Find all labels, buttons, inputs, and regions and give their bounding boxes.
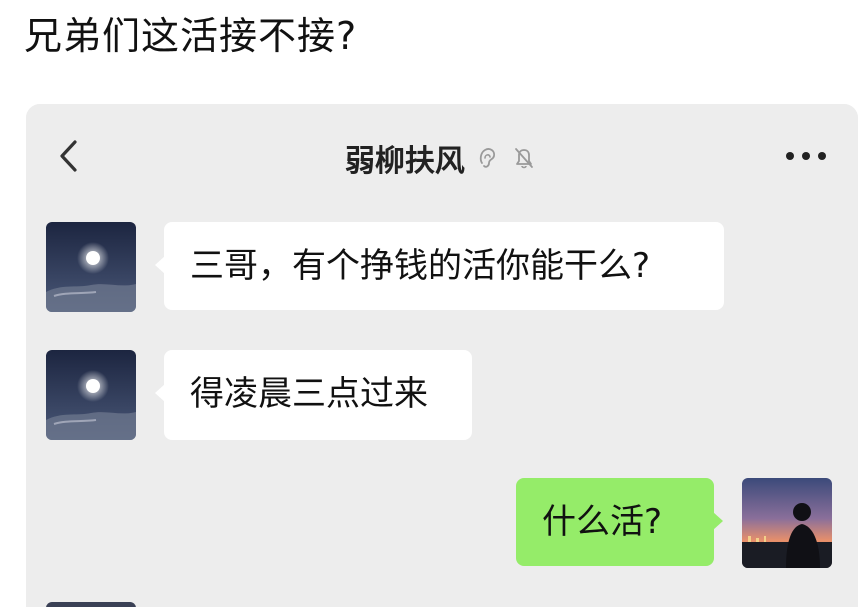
silhouette-sunset-avatar-image (742, 478, 832, 568)
bubble-tail (155, 384, 165, 402)
incoming-message-bubble[interactable]: 得凌晨三点过来 (155, 350, 472, 440)
contact-name[interactable]: 弱柳扶风 (345, 144, 465, 179)
bubble-tail (155, 256, 165, 274)
self-avatar[interactable] (742, 478, 832, 568)
message-text: 三哥，有个挣钱的活你能干么? (190, 246, 651, 286)
contact-title-group: 弱柳扶风 (26, 136, 858, 180)
moon-night-sky-avatar-image (46, 222, 136, 312)
post-title: 兄弟们这活接不接? (24, 14, 358, 58)
more-dots-icon[interactable] (778, 140, 834, 172)
contact-avatar[interactable] (46, 350, 136, 440)
moon-night-sky-avatar-image (46, 350, 136, 440)
contact-avatar[interactable] (46, 222, 136, 312)
message-text: 得凌晨三点过来 (190, 374, 428, 414)
page: 兄弟们这活接不接? 弱柳扶风 三哥，有个挣钱的活你能干么? 得凌晨三点过来 什么… (0, 0, 868, 607)
incoming-message-bubble[interactable]: 三哥，有个挣钱的活你能干么? (155, 222, 724, 310)
partial-contact-avatar (46, 602, 136, 607)
ear-icon (479, 148, 496, 168)
bubble-tail (713, 512, 723, 530)
chat-screenshot: 弱柳扶风 三哥，有个挣钱的活你能干么? 得凌晨三点过来 什么活? (26, 104, 858, 607)
message-text: 什么活? (542, 502, 663, 542)
outgoing-message-bubble[interactable]: 什么活? (516, 478, 723, 566)
mute-bell-icon (515, 148, 533, 169)
chat-header: 弱柳扶风 (26, 104, 858, 208)
